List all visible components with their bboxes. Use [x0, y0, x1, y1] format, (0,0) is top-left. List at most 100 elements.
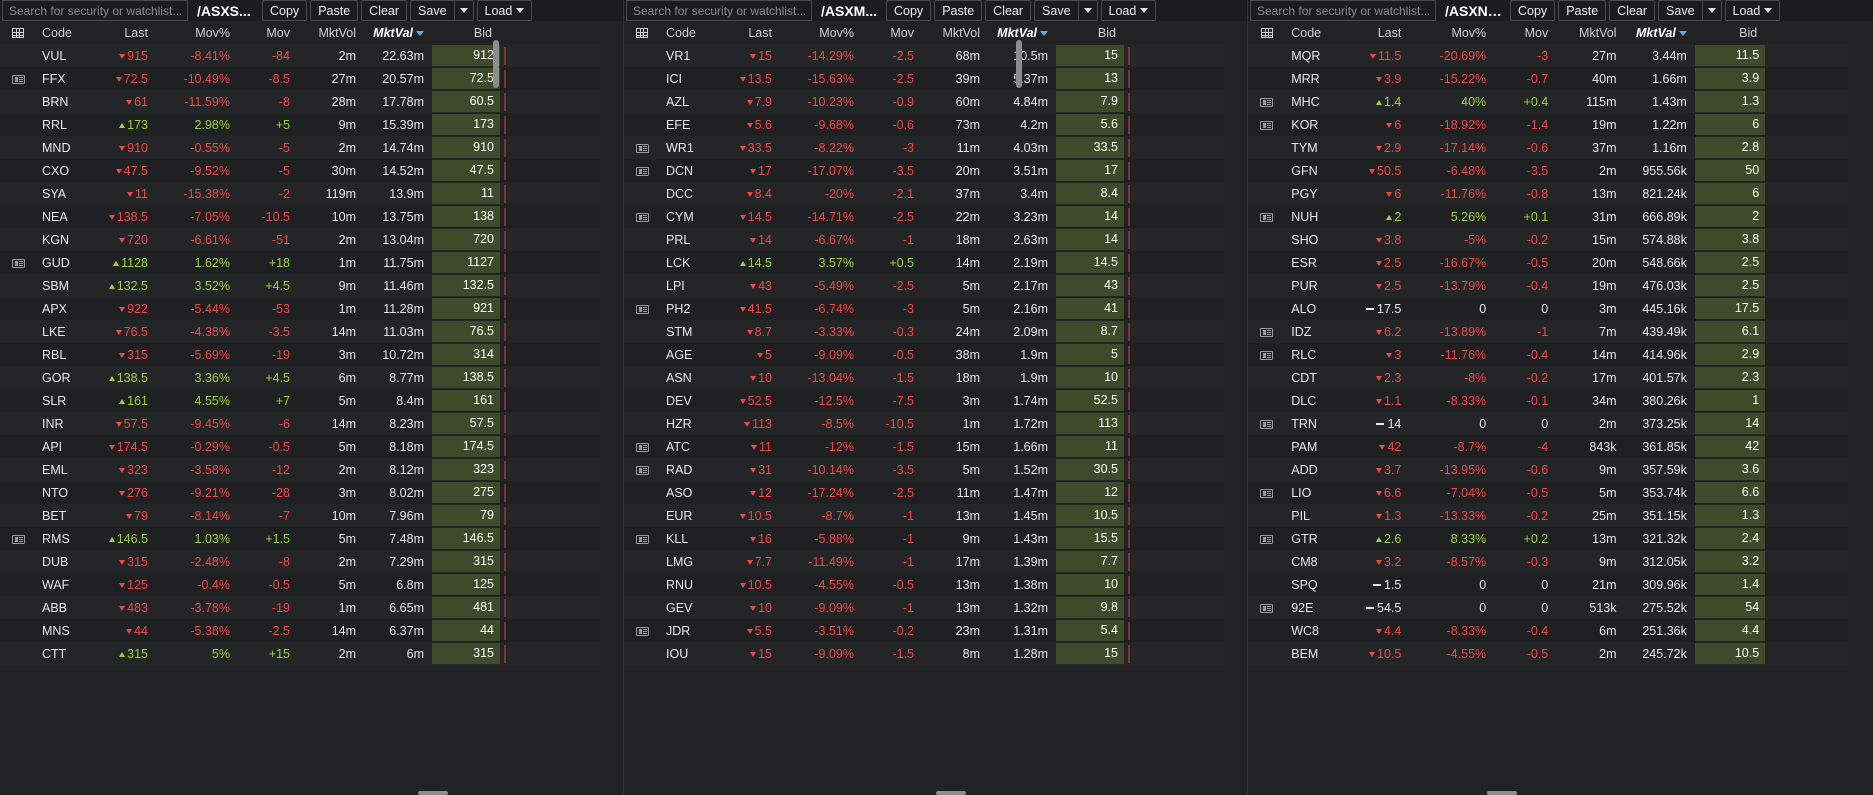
bid-price[interactable]: 2.5 — [1694, 275, 1766, 296]
paste-button[interactable]: Paste — [1558, 0, 1607, 21]
bid-price[interactable]: 1.3 — [1694, 505, 1766, 526]
news-icon[interactable] — [635, 534, 649, 544]
table-row[interactable]: ESR 2.5 -16.67% -0.5 20m 548.66k 2.5 — [1248, 251, 1848, 274]
security-code[interactable]: WC8 — [1285, 619, 1340, 642]
news-icon[interactable] — [1260, 350, 1274, 360]
bid-price[interactable]: 4.4 — [1694, 620, 1766, 641]
col-header-bid[interactable]: Bid — [1056, 21, 1124, 44]
bid-price[interactable]: 14 — [1056, 229, 1124, 250]
copy-button[interactable]: Copy — [886, 0, 932, 21]
news-icon[interactable] — [1260, 97, 1274, 107]
table-row[interactable]: EML 323 -3.58% -12 2m 8.12m 323 — [0, 458, 600, 481]
news-icon[interactable] — [635, 465, 649, 475]
bid-price[interactable]: 2 — [1694, 206, 1766, 227]
security-code[interactable]: TYM — [1285, 136, 1340, 159]
table-row[interactable]: VR1 15 -14.29% -2.5 68m 10.5m 15 — [624, 44, 1224, 67]
bid-price[interactable]: 3.6 — [1694, 459, 1766, 480]
table-row[interactable]: STM 8.7 -3.33% -0.3 24m 2.09m 8.7 — [624, 320, 1224, 343]
security-code[interactable]: RLC — [1285, 343, 1340, 366]
bid-price[interactable]: 10 — [1056, 367, 1124, 388]
bid-price[interactable]: 921 — [432, 298, 500, 319]
security-code[interactable]: ICI — [660, 67, 712, 90]
table-row[interactable]: MRR 3.9 -15.22% -0.7 40m 1.66m 3.9 — [1248, 67, 1848, 90]
news-icon[interactable] — [635, 143, 649, 153]
bid-price[interactable]: 323 — [432, 459, 500, 480]
security-code[interactable]: BEM — [1285, 642, 1340, 665]
col-header-movpct[interactable]: Mov% — [780, 21, 862, 44]
bid-price[interactable]: 54 — [1694, 597, 1766, 618]
col-header-bid[interactable]: Bid — [1695, 21, 1765, 44]
table-row[interactable]: LMG 7.7 -11.49% -1 17m 1.39m 7.7 — [624, 550, 1224, 573]
table-row[interactable]: MND 910 -0.55% -5 2m 14.74m 910 — [0, 136, 600, 159]
col-header-code[interactable]: Code — [1285, 21, 1339, 44]
table-row[interactable]: CTT 315 5% +15 2m 6m 315 — [0, 642, 600, 665]
clear-button[interactable]: Clear — [985, 0, 1032, 21]
bid-price[interactable]: 41 — [1056, 298, 1124, 319]
table-row[interactable]: IOU 15 -9.09% -1.5 8m 1.28m 15 — [624, 642, 1224, 665]
security-search-input[interactable] — [2, 0, 188, 21]
security-code[interactable]: SLR — [36, 389, 88, 412]
security-code[interactable]: MNS — [36, 619, 88, 642]
table-row[interactable]: CM8 3.2 -8.57% -0.3 9m 312.05k 3.2 — [1248, 550, 1848, 573]
col-header-last[interactable]: Last — [712, 21, 780, 44]
table-row[interactable]: DCN 17 -17.07% -3.5 20m 3.51m 17 — [624, 159, 1224, 182]
paste-button[interactable]: Paste — [310, 0, 359, 21]
bid-price[interactable]: 17 — [1056, 160, 1124, 181]
table-row[interactable]: WAF 125 -0.4% -0.5 5m 6.8m 125 — [0, 573, 600, 596]
bid-price[interactable]: 47.5 — [432, 160, 500, 181]
security-code[interactable]: DLC — [1285, 389, 1340, 412]
bid-price[interactable]: 314 — [432, 344, 500, 365]
bid-price[interactable]: 10 — [1056, 574, 1124, 595]
bid-price[interactable]: 79 — [432, 505, 500, 526]
security-code[interactable]: APX — [36, 297, 88, 320]
security-code[interactable]: LCK — [660, 251, 712, 274]
table-row[interactable]: LPI 43 -5.49% -2.5 5m 2.17m 43 — [624, 274, 1224, 297]
bid-price[interactable]: 481 — [432, 597, 500, 618]
table-row[interactable]: PAM 42 -8.7% -4 843k 361.85k 42 — [1248, 435, 1848, 458]
security-code[interactable]: MQR — [1285, 44, 1340, 67]
col-header-last[interactable]: Last — [88, 21, 156, 44]
table-row[interactable]: GTR 2.6 8.33% +0.2 13m 321.32k 2.4 — [1248, 527, 1848, 550]
table-row[interactable]: GFN 50.5 -6.48% -3.5 2m 955.56k 50 — [1248, 159, 1848, 182]
security-code[interactable]: API — [36, 435, 88, 458]
news-icon[interactable] — [635, 212, 649, 222]
security-code[interactable]: LKE — [36, 320, 88, 343]
bid-price[interactable]: 6 — [1694, 114, 1766, 135]
copy-button[interactable]: Copy — [262, 0, 308, 21]
bid-price[interactable]: 315 — [432, 643, 500, 664]
table-row[interactable]: NEA 138.5 -7.05% -10.5 10m 13.75m 138 — [0, 205, 600, 228]
table-row[interactable]: BRN 61 -11.59% -8 28m 17.78m 60.5 — [0, 90, 600, 113]
bid-price[interactable]: 7.9 — [1056, 91, 1124, 112]
bid-price[interactable]: 7.7 — [1056, 551, 1124, 572]
bid-price[interactable]: 315 — [432, 551, 500, 572]
clear-button[interactable]: Clear — [1609, 0, 1656, 21]
table-row[interactable]: KLL 16 -5.88% -1 9m 1.43m 15.5 — [624, 527, 1224, 550]
security-code[interactable]: LPI — [660, 274, 712, 297]
bid-price[interactable]: 125 — [432, 574, 500, 595]
security-code[interactable]: DUB — [36, 550, 88, 573]
bid-price[interactable]: 76.5 — [432, 321, 500, 342]
security-code[interactable]: RAD — [660, 458, 712, 481]
table-row[interactable]: 92E 54.5 0 0 513k 275.52k 54 — [1248, 596, 1848, 619]
security-search-input[interactable] — [1250, 0, 1436, 21]
security-code[interactable]: PIL — [1285, 504, 1340, 527]
table-row[interactable]: PUR 2.5 -13.79% -0.4 19m 476.03k 2.5 — [1248, 274, 1848, 297]
bid-price[interactable]: 1.3 — [1694, 91, 1766, 112]
bid-price[interactable]: 13 — [1056, 68, 1124, 89]
security-code[interactable]: KOR — [1285, 113, 1340, 136]
security-code[interactable]: CM8 — [1285, 550, 1340, 573]
table-row[interactable]: MQR 11.5 -20.69% -3 27m 3.44m 11.5 — [1248, 44, 1848, 67]
clear-button[interactable]: Clear — [361, 0, 408, 21]
news-icon[interactable] — [635, 304, 649, 314]
bid-price[interactable]: 14.5 — [1056, 252, 1124, 273]
security-code[interactable]: JDR — [660, 619, 712, 642]
security-code[interactable]: MHC — [1285, 90, 1340, 113]
bid-price[interactable]: 11.5 — [1694, 45, 1766, 66]
bid-price[interactable]: 138 — [432, 206, 500, 227]
bid-price[interactable]: 57.5 — [432, 413, 500, 434]
table-row[interactable]: DEV 52.5 -12.5% -7.5 3m 1.74m 52.5 — [624, 389, 1224, 412]
table-row[interactable]: TYM 2.9 -17.14% -0.6 37m 1.16m 2.8 — [1248, 136, 1848, 159]
table-row[interactable]: SBM 132.5 3.52% +4.5 9m 11.46m 132.5 — [0, 274, 600, 297]
col-header-mov[interactable]: Mov — [238, 21, 298, 44]
security-code[interactable]: INR — [36, 412, 88, 435]
